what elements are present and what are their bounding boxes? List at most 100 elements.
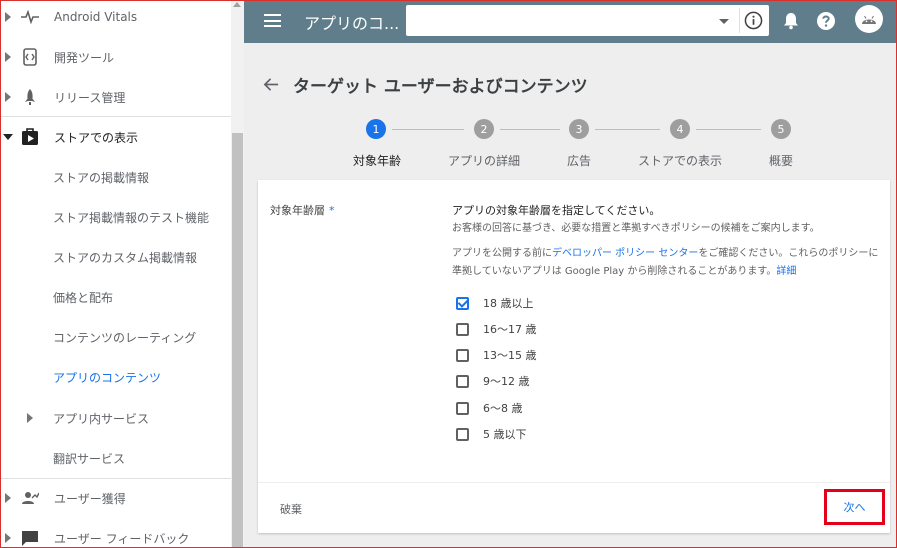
step-1-label: 対象年齢 — [352, 154, 402, 168]
sidebar-item-label: ストアのカスタム掲載情報 — [53, 250, 198, 265]
sidebar-item-user-feedback[interactable]: ユーザー フィードバック — [0, 518, 231, 548]
acquisition-icon — [20, 488, 40, 508]
step-connector — [392, 129, 464, 130]
page-title: ターゲット ユーザーおよびコンテンツ — [293, 77, 588, 97]
field-label-text: 対象年齢層 — [270, 204, 325, 217]
age-option-18-plus[interactable]: 18 歳以上 — [456, 295, 534, 311]
sidebar-item-label: ストアの掲載情報 — [53, 170, 150, 185]
step-1-circle: 1 — [366, 119, 386, 139]
sidebar-item-label: ストアでの表示 — [54, 130, 139, 145]
intro-text: アプリの対象年齢層を指定してください。 — [452, 204, 661, 217]
back-arrow-icon[interactable] — [263, 76, 280, 93]
step-4-label: ストアでの表示 — [637, 154, 723, 168]
checkbox[interactable] — [456, 374, 469, 388]
sidebar-scrollbar-thumb[interactable] — [232, 133, 243, 548]
policy-prefix: アプリを公開する前に — [452, 248, 552, 259]
age-option-label: 6〜8 歳 — [483, 402, 523, 415]
info-icon[interactable] — [744, 11, 763, 30]
sidebar-item-label: ユーザー獲得 — [54, 491, 126, 506]
help-icon[interactable] — [816, 11, 836, 31]
app-selector[interactable] — [406, 5, 769, 36]
sidebar-item-translation[interactable]: 翻訳サービス — [0, 438, 231, 478]
step-5-circle: 5 — [771, 119, 791, 139]
checkbox[interactable] — [456, 322, 469, 336]
step-connector — [500, 129, 560, 130]
sidebar-item-label: リリース管理 — [54, 90, 126, 105]
age-option-label: 16〜17 歳 — [483, 323, 537, 336]
sidebar-item-label: 価格と配布 — [53, 290, 114, 305]
sidebar-item-release[interactable]: リリース管理 — [0, 77, 231, 117]
pulse-icon — [20, 7, 40, 27]
age-option-9-12[interactable]: 9〜12 歳 — [456, 373, 530, 389]
store-play-icon — [20, 127, 40, 147]
sidebar-item-label: アプリのコンテンツ — [53, 370, 162, 385]
step-2-circle: 2 — [474, 119, 494, 139]
card-divider — [258, 482, 890, 483]
checkbox[interactable] — [456, 427, 469, 441]
policy-text-line2: 準拠していないアプリは Google Play から削除されることがあります。詳… — [452, 262, 796, 277]
discard-button[interactable]: 破棄 — [280, 501, 302, 517]
expand-caret-icon — [5, 12, 11, 22]
account-avatar[interactable] — [855, 5, 883, 33]
sidebar-item-store-presence[interactable]: ストアでの表示 — [0, 117, 231, 157]
age-option-6-8[interactable]: 6〜8 歳 — [456, 400, 523, 416]
step-connector — [595, 129, 660, 130]
feedback-icon — [20, 528, 40, 548]
policy-line2: 準拠していないアプリは Google Play から削除されることがあります。 — [452, 266, 777, 277]
chevron-down-icon[interactable] — [719, 19, 729, 24]
expand-caret-icon — [27, 413, 33, 423]
scroll-up-arrow-icon[interactable] — [233, 2, 241, 7]
step-4-circle: 4 — [670, 119, 690, 139]
checkbox-checked[interactable] — [456, 296, 469, 310]
sidebar-item-listing-experiments[interactable]: ストア掲載情報のテスト機能 — [0, 197, 231, 237]
step-2-label: アプリの詳細 — [447, 154, 521, 168]
expand-caret-icon — [5, 52, 11, 62]
notifications-bell-icon[interactable] — [781, 11, 801, 31]
expand-caret-icon — [5, 493, 11, 503]
age-option-label: 13〜15 歳 — [483, 349, 537, 362]
developer-policy-center-link[interactable]: デベロッパー ポリシー センター — [552, 248, 698, 259]
app-title: アプリのコ... — [304, 14, 400, 33]
step-connector — [696, 129, 761, 130]
next-button[interactable]: 次へ — [824, 489, 885, 525]
sidebar-item-label: 開発ツール — [54, 50, 115, 65]
top-app-bar: アプリのコ... — [244, 0, 896, 43]
age-option-label: 18 歳以上 — [483, 297, 534, 310]
required-mark: * — [329, 204, 335, 217]
sidebar-item-custom-listing[interactable]: ストアのカスタム掲載情報 — [0, 237, 231, 277]
sidebar-item-store-listing[interactable]: ストアの掲載情報 — [0, 157, 231, 197]
sidebar-item-user-acquisition[interactable]: ユーザー獲得 — [0, 478, 231, 518]
helper-text: お客様の回答に基づき、必要な措置と準拠すべきポリシーの候補をご案内します。 — [452, 223, 820, 234]
sidebar-item-label: ユーザー フィードバック — [54, 531, 190, 546]
age-option-13-15[interactable]: 13〜15 歳 — [456, 347, 537, 363]
age-option-16-17[interactable]: 16〜17 歳 — [456, 321, 537, 337]
step-3-label: 広告 — [566, 154, 592, 168]
field-label: 対象年齢層 * — [270, 202, 335, 218]
step-5-label: 概要 — [768, 154, 794, 168]
sidebar-item-android-vitals[interactable]: Android Vitals — [0, 0, 231, 37]
sidebar-item-label: ストア掲載情報のテスト機能 — [53, 210, 210, 225]
expand-caret-icon — [5, 92, 11, 102]
policy-suffix: をご確認ください。これらのポリシーに — [698, 248, 879, 259]
expand-caret-icon — [5, 533, 11, 543]
collapse-caret-icon — [3, 134, 13, 140]
age-option-label: 5 歳以下 — [483, 428, 527, 441]
learn-more-link[interactable]: 詳細 — [776, 266, 796, 277]
code-icon — [20, 47, 40, 67]
sidebar-item-label: アプリ内サービス — [53, 411, 150, 426]
age-option-label: 9〜12 歳 — [483, 375, 530, 388]
checkbox[interactable] — [456, 348, 469, 362]
age-option-under-5[interactable]: 5 歳以下 — [456, 426, 527, 442]
target-age-card: 対象年齢層 * アプリの対象年齢層を指定してください。 お客様の回答に基づき、必要… — [258, 180, 890, 533]
sidebar-item-pricing[interactable]: 価格と配布 — [0, 277, 231, 317]
policy-text: アプリを公開する前にデベロッパー ポリシー センターをご確認ください。これらのポ… — [452, 244, 878, 259]
android-robot-icon — [862, 15, 876, 24]
sidebar-item-dev-tools[interactable]: 開発ツール — [0, 37, 231, 77]
sidebar-item-label: Android Vitals — [54, 10, 138, 24]
checkbox[interactable] — [456, 401, 469, 415]
sidebar-item-in-app-services[interactable]: アプリ内サービス — [0, 398, 231, 438]
sidebar-item-label: コンテンツのレーティング — [53, 330, 197, 345]
menu-icon[interactable] — [264, 14, 281, 27]
sidebar-item-app-content[interactable]: アプリのコンテンツ — [0, 357, 231, 397]
sidebar-item-content-rating[interactable]: コンテンツのレーティング — [0, 317, 231, 357]
